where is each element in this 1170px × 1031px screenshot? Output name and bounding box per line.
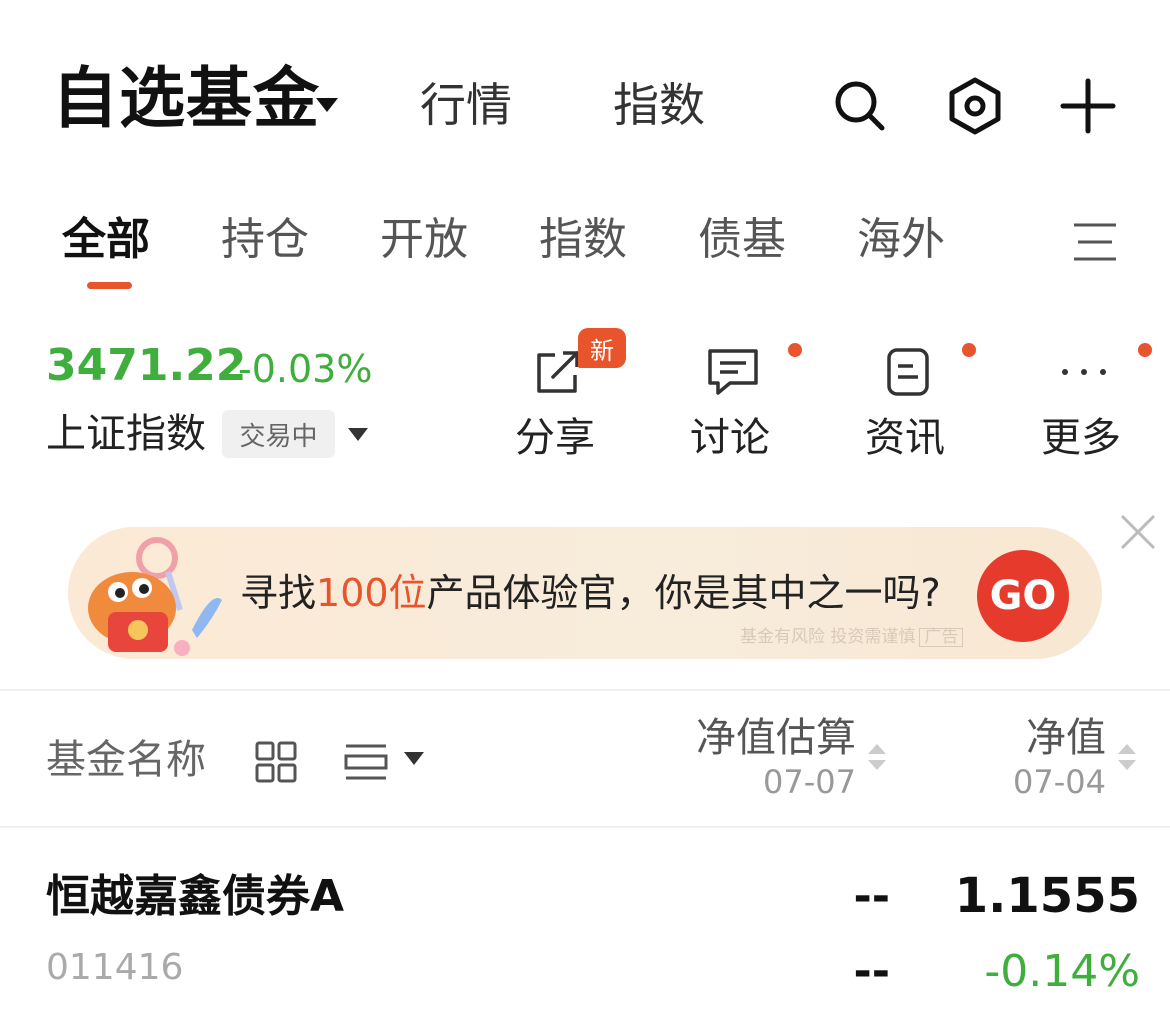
estimated-nav-change: -- <box>853 946 890 997</box>
settings-icon[interactable] <box>945 76 1005 136</box>
list-view-icon[interactable] <box>344 740 388 784</box>
banner-text-end: 产品体验官，你是其中之一吗? <box>426 571 941 615</box>
go-button[interactable]: GO <box>977 550 1069 642</box>
title-dropdown-caret-icon[interactable] <box>316 98 338 112</box>
new-badge: 新 <box>578 328 626 368</box>
view-dropdown-caret-icon[interactable] <box>404 752 424 765</box>
estimated-nav-header[interactable]: 净值估算 <box>650 718 856 758</box>
fund-name-header: 基金名称 <box>46 737 206 783</box>
nav-header[interactable]: 净值 <box>950 718 1106 758</box>
category-menu-icon[interactable] <box>1074 222 1116 266</box>
sort-up-icon[interactable] <box>868 744 886 754</box>
discussion-icon[interactable] <box>705 344 761 400</box>
index-value: 3471.22 <box>46 340 247 391</box>
category-open[interactable]: 开放 <box>380 218 468 262</box>
share-button[interactable]: 分享 <box>515 418 595 458</box>
index-change: -0.03% <box>238 347 373 391</box>
banner-text[interactable]: 寻找100位产品体验官，你是其中之一吗? <box>240 574 941 612</box>
tab-index[interactable]: 指数 <box>613 82 705 128</box>
grid-view-icon[interactable] <box>254 740 298 784</box>
category-holdings[interactable]: 持仓 <box>221 218 309 262</box>
mascot-illustration <box>72 530 242 660</box>
more-notification-dot <box>1138 343 1152 357</box>
divider <box>0 826 1170 828</box>
close-icon[interactable] <box>1118 512 1158 552</box>
fund-code: 011416 <box>46 947 184 988</box>
active-tab-indicator <box>87 282 132 289</box>
fund-name[interactable]: 恒越嘉鑫债券A <box>46 875 344 919</box>
discussion-notification-dot <box>788 343 802 357</box>
index-name[interactable]: 上证指数 <box>46 414 206 454</box>
tab-market[interactable]: 行情 <box>420 82 512 128</box>
risk-disclaimer: 基金有风险 投资需谨慎 广告 <box>740 627 964 647</box>
nav-value: 1.1555 <box>954 868 1140 924</box>
search-icon[interactable] <box>830 76 890 136</box>
news-icon[interactable] <box>880 344 936 400</box>
banner-text-highlight: 100位 <box>316 571 427 615</box>
more-icon[interactable] <box>1056 344 1112 400</box>
estimated-nav-date: 07-07 <box>763 763 856 801</box>
sort-up-icon[interactable] <box>1118 744 1136 754</box>
news-button[interactable]: 资讯 <box>865 418 945 458</box>
index-dropdown-caret-icon[interactable] <box>348 428 368 441</box>
category-bond[interactable]: 债基 <box>698 218 786 262</box>
more-button[interactable]: 更多 <box>1041 418 1121 458</box>
sort-down-icon[interactable] <box>1118 760 1136 770</box>
category-overseas[interactable]: 海外 <box>857 218 945 262</box>
estimated-nav-value: -- <box>853 871 890 922</box>
ad-tag: 广告 <box>919 628 964 647</box>
news-notification-dot <box>962 343 976 357</box>
trading-status-badge: 交易中 <box>222 410 335 458</box>
discuss-button[interactable]: 讨论 <box>690 418 770 458</box>
add-icon[interactable] <box>1058 76 1118 136</box>
category-all[interactable]: 全部 <box>62 218 150 262</box>
banner-text-start: 寻找 <box>240 571 317 615</box>
page-title[interactable]: 自选基金 <box>52 66 320 132</box>
risk-note-text: 基金有风险 投资需谨慎 <box>740 627 916 647</box>
category-index[interactable]: 指数 <box>539 218 627 262</box>
nav-date: 07-04 <box>1013 763 1106 801</box>
sort-down-icon[interactable] <box>868 760 886 770</box>
divider <box>0 689 1170 691</box>
nav-change: -0.14% <box>984 946 1140 997</box>
